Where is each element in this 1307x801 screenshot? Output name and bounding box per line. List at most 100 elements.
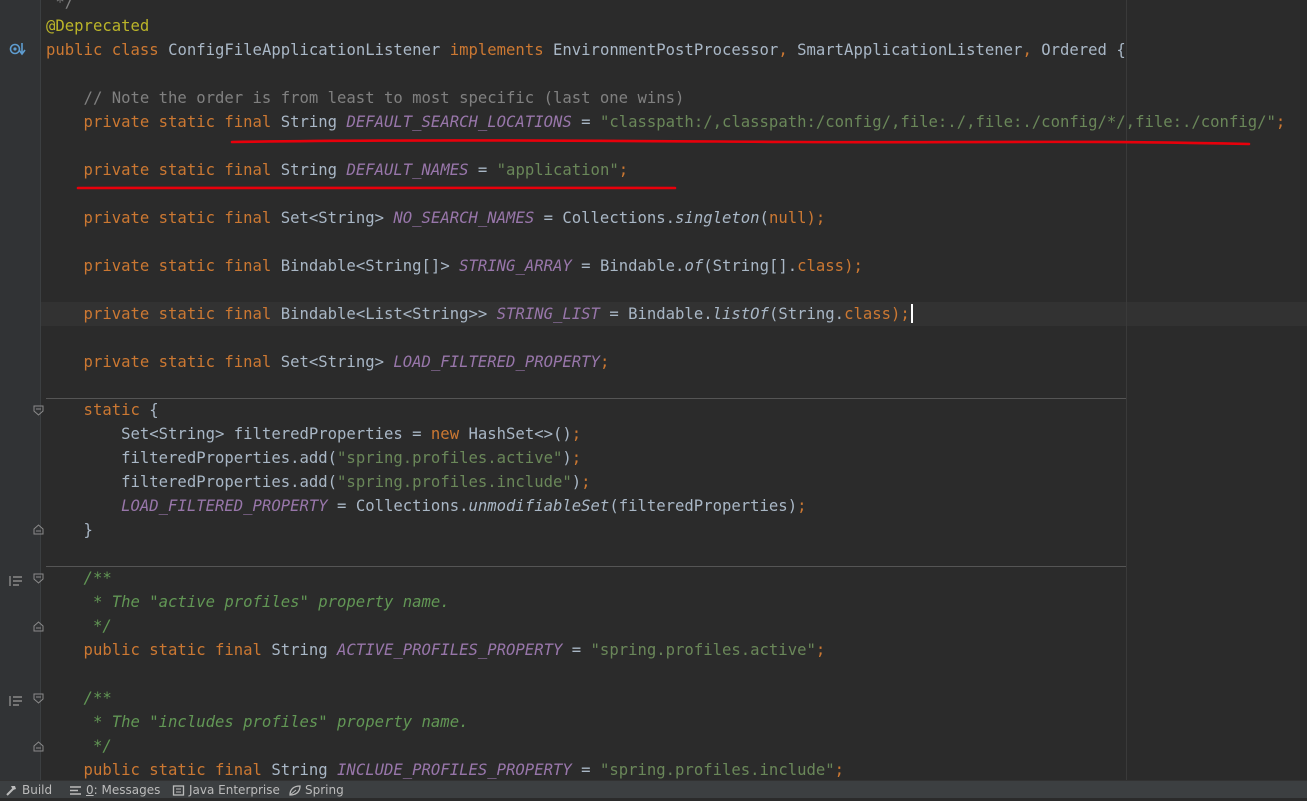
code-line[interactable]: private static final Bindable<List<Strin… xyxy=(46,302,913,326)
method-separator xyxy=(46,398,1126,399)
code-token: = Collections. xyxy=(328,497,469,515)
code-token: ; xyxy=(572,449,581,467)
hammer-icon xyxy=(5,784,18,797)
code-line[interactable]: * The "active profiles" property name. xyxy=(46,590,450,614)
code-token: private static final xyxy=(46,209,281,227)
code-token: = xyxy=(562,641,590,659)
code-line[interactable]: public static final String INCLUDE_PROFI… xyxy=(46,758,844,780)
code-token: public static final xyxy=(46,761,271,779)
code-token: * The "active profiles" property name. xyxy=(46,593,450,611)
code-line[interactable]: private static final Set<String> LOAD_FI… xyxy=(46,350,609,374)
code-token: (String. xyxy=(769,305,844,323)
code-token: Set<String> xyxy=(281,209,394,227)
code-token: /** xyxy=(46,569,112,587)
code-line[interactable]: private static final Set<String> NO_SEAR… xyxy=(46,206,825,230)
code-token xyxy=(46,497,121,515)
code-editor[interactable]: */@Deprecatedpublic class ConfigFileAppl… xyxy=(0,0,1307,780)
spring-tab[interactable]: Spring xyxy=(288,782,344,798)
code-token: (filteredProperties) xyxy=(609,497,797,515)
code-token: "spring.profiles.include" xyxy=(600,761,835,779)
code-token: listOf xyxy=(713,305,769,323)
code-line[interactable]: /** xyxy=(46,686,112,710)
java-enterprise-tab[interactable]: Java Enterprise xyxy=(172,782,280,798)
code-line[interactable]: LOAD_FILTERED_PROPERTY = Collections.unm… xyxy=(46,494,806,518)
code-token: { xyxy=(149,401,158,419)
code-token: new xyxy=(431,425,469,443)
code-line[interactable]: filteredProperties.add("spring.profiles.… xyxy=(46,470,591,494)
red-underline-annotation xyxy=(0,0,1307,200)
code-token: ; xyxy=(600,353,609,371)
code-token: "spring.profiles.active" xyxy=(591,641,816,659)
code-line[interactable]: filteredProperties.add("spring.profiles.… xyxy=(46,446,581,470)
code-token: (String[]. xyxy=(703,257,797,275)
code-token: String xyxy=(271,641,337,659)
code-token: /** xyxy=(46,689,112,707)
code-token: class xyxy=(797,257,844,275)
spring-leaf-icon xyxy=(288,784,301,797)
code-token: static xyxy=(46,401,149,419)
rendered-doc-icon[interactable] xyxy=(9,572,23,584)
code-token: private static final xyxy=(46,353,281,371)
fold-end-icon[interactable] xyxy=(33,621,44,632)
code-token: STRING_LIST xyxy=(497,305,600,323)
code-token: } xyxy=(46,521,93,539)
code-token: = Collections. xyxy=(534,209,675,227)
code-token: ; xyxy=(572,425,581,443)
code-token: ; xyxy=(797,497,806,515)
code-token: = Bindable. xyxy=(600,305,713,323)
messages-tab[interactable]: 0: Messages xyxy=(69,782,160,798)
code-line[interactable]: } xyxy=(46,518,93,542)
code-token: = xyxy=(572,761,600,779)
code-token: singleton xyxy=(675,209,760,227)
fold-collapse-icon[interactable] xyxy=(33,693,44,704)
code-token: ACTIVE_PROFILES_PROPERTY xyxy=(337,641,562,659)
code-token: String xyxy=(271,761,337,779)
code-token: ; xyxy=(835,761,844,779)
fold-collapse-icon[interactable] xyxy=(33,573,44,584)
spring-label: Spring xyxy=(305,782,344,798)
code-token: filteredProperties.add( xyxy=(46,449,337,467)
code-token: Set<String> filteredProperties = xyxy=(46,425,431,443)
code-token: Bindable<List<String>> xyxy=(281,305,497,323)
code-token: Bindable<String[]> xyxy=(281,257,459,275)
code-line[interactable]: public static final String ACTIVE_PROFIL… xyxy=(46,638,825,662)
fold-end-icon[interactable] xyxy=(33,524,44,535)
code-line[interactable]: */ xyxy=(46,734,112,758)
code-token: class xyxy=(844,305,891,323)
code-token: private static final xyxy=(46,305,281,323)
code-token: STRING_ARRAY xyxy=(459,257,572,275)
java-enterprise-label: Java Enterprise xyxy=(189,782,280,798)
code-line[interactable]: private static final Bindable<String[]> … xyxy=(46,254,863,278)
code-token: LOAD_FILTERED_PROPERTY xyxy=(393,353,600,371)
build-label: Build xyxy=(22,782,52,798)
fold-end-icon[interactable] xyxy=(33,741,44,752)
code-token: */ xyxy=(46,737,112,755)
fold-collapse-icon[interactable] xyxy=(33,405,44,416)
code-token: Set<String> xyxy=(281,353,394,371)
code-line[interactable]: /** xyxy=(46,566,112,590)
code-token: LOAD_FILTERED_PROPERTY xyxy=(121,497,328,515)
rendered-doc-icon[interactable] xyxy=(9,692,23,704)
code-token: "spring.profiles.include" xyxy=(337,473,572,491)
text-caret xyxy=(911,304,913,323)
code-token: ); xyxy=(891,305,910,323)
method-separator xyxy=(46,566,1126,567)
build-tab[interactable]: Build xyxy=(5,782,52,798)
code-token: of xyxy=(684,257,703,275)
code-token: NO_SEARCH_NAMES xyxy=(393,209,534,227)
code-token: ) xyxy=(572,473,581,491)
code-line[interactable]: */ xyxy=(46,614,112,638)
code-token: public static final xyxy=(46,641,271,659)
code-line[interactable]: Set<String> filteredProperties = new Has… xyxy=(46,422,581,446)
code-token: ); xyxy=(844,257,863,275)
code-token: null xyxy=(769,209,807,227)
messages-mnemonic: 0 xyxy=(86,782,94,798)
tool-window-bar: Build 0: Messages Java Enterprise Spring xyxy=(0,780,1307,798)
code-token: INCLUDE_PROFILES_PROPERTY xyxy=(337,761,572,779)
code-line[interactable]: static { xyxy=(46,398,159,422)
messages-label: : Messages xyxy=(94,782,161,798)
code-token: HashSet<>() xyxy=(468,425,571,443)
code-token: unmodifiableSet xyxy=(468,497,609,515)
code-token: ) xyxy=(562,449,571,467)
code-line[interactable]: * The "includes profiles" property name. xyxy=(46,710,468,734)
